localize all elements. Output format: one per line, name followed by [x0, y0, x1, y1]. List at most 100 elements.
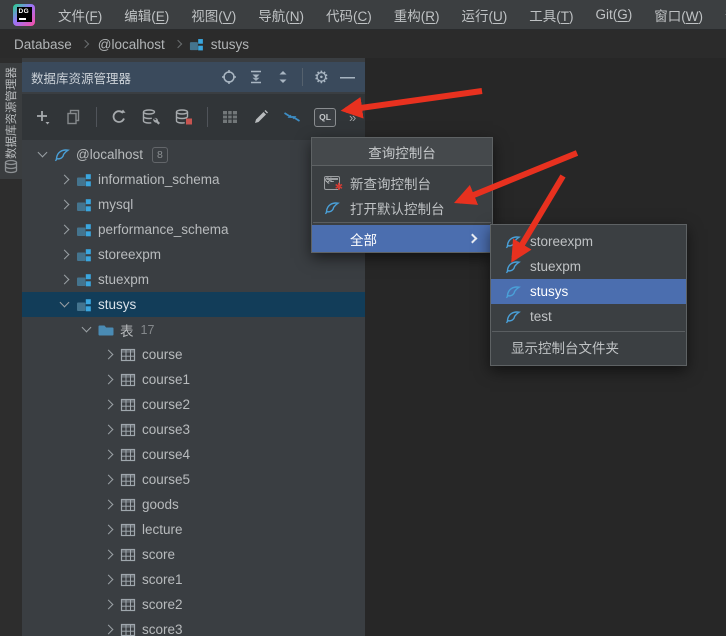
tree-item-table[interactable]: course1: [22, 367, 365, 392]
tree-item-schema[interactable]: stuexpm: [22, 267, 365, 292]
menu-edit[interactable]: 编辑(E): [113, 5, 180, 25]
chevron-right-icon: [102, 548, 116, 562]
menu-view[interactable]: 视图(V): [180, 5, 247, 25]
chevron-right-icon: [102, 448, 116, 462]
scroll-from-editor-icon[interactable]: [283, 108, 301, 126]
chevron-right-icon: [102, 473, 116, 487]
tree-item-schema-selected[interactable]: stusys: [22, 292, 365, 317]
mysql-dolphin-icon: [324, 200, 340, 216]
tree-item-table[interactable]: score1: [22, 567, 365, 592]
mysql-dolphin-icon: [505, 234, 521, 250]
chevron-right-icon: [102, 348, 116, 362]
count-badge: 8: [152, 147, 168, 163]
chevron-right-icon: [58, 273, 72, 287]
chevron-right-icon: [58, 173, 72, 187]
chevron-right-icon: [81, 40, 89, 48]
tree-item-table[interactable]: score2: [22, 592, 365, 617]
tree-item-table[interactable]: course: [22, 342, 365, 367]
chevron-right-icon: [102, 423, 116, 437]
schema-squares-icon: [189, 37, 204, 52]
schema-squares-icon: [76, 272, 92, 288]
menu-code[interactable]: 代码(C): [315, 5, 383, 25]
schema-squares-icon: [76, 197, 92, 213]
table-grid-icon: [120, 572, 136, 588]
chevron-right-icon: [102, 373, 116, 387]
collapse-all-icon[interactable]: [275, 69, 291, 85]
menu-item-all[interactable]: 全部: [312, 225, 492, 252]
tree-item-table[interactable]: course2: [22, 392, 365, 417]
tool-window-stripe: 数据库资源管理器: [0, 58, 22, 636]
edit-pencil-icon[interactable]: [252, 108, 270, 126]
jump-to-console-button[interactable]: QL: [314, 108, 336, 127]
table-grid-icon: [120, 497, 136, 513]
chevron-right-icon: [58, 248, 72, 262]
disconnect-icon[interactable]: [174, 108, 194, 126]
datagrip-window: DG 文件(F) 编辑(E) 视图(V) 导航(N) 代码(C) 重构(R) 运…: [0, 0, 726, 636]
tables-count: 17: [141, 323, 155, 337]
menu-item-new-query-console[interactable]: QL✱ 新查询控制台: [312, 170, 492, 195]
tree-item-tables-folder[interactable]: 表 17: [22, 317, 365, 342]
menu-git[interactable]: Git(G): [585, 7, 644, 22]
table-grid-icon: [120, 472, 136, 488]
more-actions-icon[interactable]: »: [349, 110, 355, 125]
table-grid-icon: [120, 422, 136, 438]
database-explorer-stripe-tab[interactable]: 数据库资源管理器: [0, 63, 22, 179]
submenu-item-console[interactable]: storeexpm: [491, 229, 686, 254]
table-grid-icon: [120, 447, 136, 463]
menu-window[interactable]: 窗口(W): [643, 5, 714, 25]
consoles-submenu: storeexpm stuexpm stusys test 显示控制台文件夹: [490, 224, 687, 366]
menu-navigate[interactable]: 导航(N): [247, 5, 315, 25]
stripe-tab-label: 数据库资源管理器: [3, 67, 19, 159]
chevron-right-icon: [102, 598, 116, 612]
chevron-right-icon: [102, 523, 116, 537]
hide-panel-icon[interactable]: —: [340, 70, 355, 85]
breadcrumb-server[interactable]: @localhost: [96, 37, 167, 52]
submenu-arrow-icon: [468, 234, 478, 244]
submenu-item-console[interactable]: test: [491, 304, 686, 329]
table-grid-icon: [120, 622, 136, 636]
submenu-item-show-console-folder[interactable]: 显示控制台文件夹: [491, 334, 686, 360]
chevron-right-icon: [102, 623, 116, 636]
add-data-source-icon[interactable]: [34, 108, 52, 126]
menu-run[interactable]: 运行(U): [451, 5, 519, 25]
breadcrumb-schema[interactable]: stusys: [209, 37, 251, 52]
data-source-properties-icon[interactable]: [141, 108, 161, 126]
refresh-icon[interactable]: [110, 108, 128, 126]
schema-squares-icon: [76, 222, 92, 238]
divider: [492, 331, 685, 332]
chevron-right-icon: [58, 198, 72, 212]
tree-item-table[interactable]: score3: [22, 617, 365, 636]
mysql-dolphin-icon: [505, 284, 521, 300]
menu-help-partial[interactable]: 帮: [714, 5, 726, 25]
breadcrumb-database[interactable]: Database: [12, 37, 74, 52]
table-grid-icon: [120, 597, 136, 613]
popup-title: 查询控制台: [312, 138, 492, 166]
table-grid-icon: [120, 547, 136, 563]
tree-item-table[interactable]: course4: [22, 442, 365, 467]
tree-item-table[interactable]: course5: [22, 467, 365, 492]
tree-item-table[interactable]: lecture: [22, 517, 365, 542]
submenu-item-console-selected[interactable]: stusys: [491, 279, 686, 304]
menu-item-open-default-console[interactable]: 打开默认控制台: [312, 195, 492, 220]
menu-file[interactable]: 文件(F): [47, 5, 113, 25]
gear-icon[interactable]: ⚙: [314, 69, 329, 86]
submenu-item-console[interactable]: stuexpm: [491, 254, 686, 279]
schema-squares-icon: [76, 172, 92, 188]
table-grid-icon: [120, 522, 136, 538]
tree-item-table[interactable]: course3: [22, 417, 365, 442]
datagrip-logo: DG: [13, 4, 35, 26]
menu-refactor[interactable]: 重构(R): [383, 5, 451, 25]
locate-target-icon[interactable]: [221, 69, 237, 85]
duplicate-icon[interactable]: [65, 108, 83, 126]
chevron-right-icon: [58, 223, 72, 237]
panel-title: 数据库资源管理器: [31, 68, 221, 87]
table-view-icon[interactable]: [221, 108, 239, 126]
divider: [313, 222, 491, 223]
database-icon: [3, 159, 19, 175]
tree-item-table[interactable]: score: [22, 542, 365, 567]
tree-item-table[interactable]: goods: [22, 492, 365, 517]
chevron-right-icon: [102, 573, 116, 587]
menu-tools[interactable]: 工具(T): [518, 5, 584, 25]
breadcrumb: Database @localhost stusys: [0, 30, 726, 58]
expand-all-icon[interactable]: [248, 69, 264, 85]
